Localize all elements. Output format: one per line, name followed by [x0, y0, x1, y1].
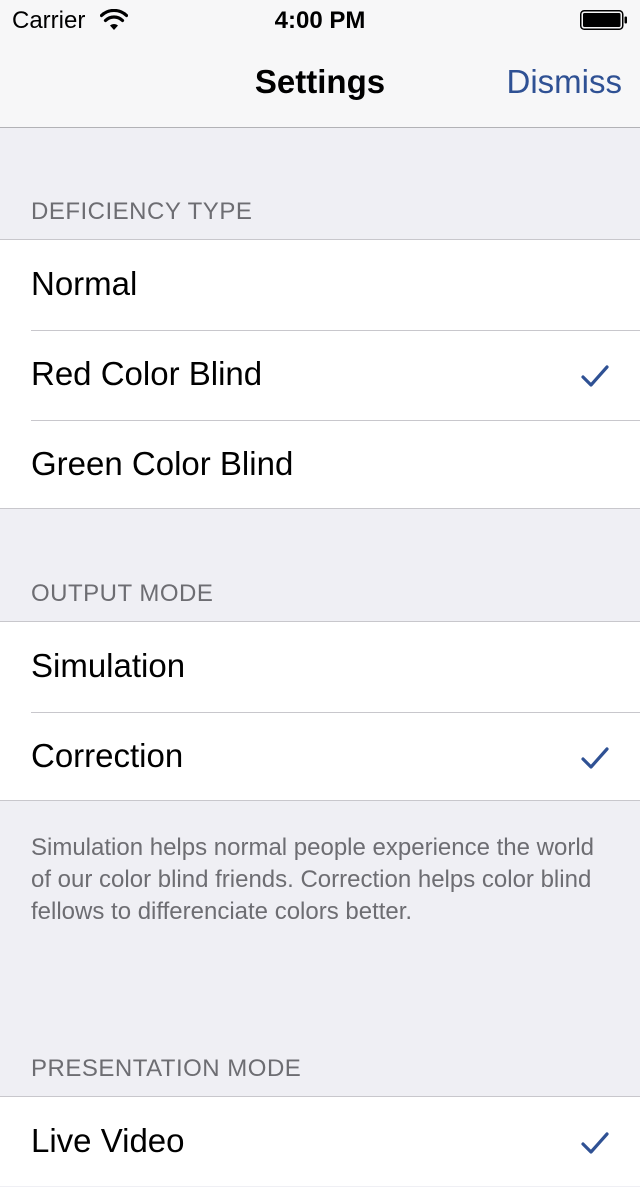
section-header-deficiency-type: DEFICIENCY TYPE [31, 198, 253, 225]
row-label: Simulation [31, 647, 186, 684]
checkmark-icon [581, 1132, 609, 1154]
row-label: Live Video [31, 1122, 185, 1159]
output-row-correction[interactable]: Correction [0, 712, 640, 802]
output-row-simulation[interactable]: Simulation [0, 622, 640, 712]
dismiss-button[interactable]: Dismiss [507, 62, 622, 102]
section-header-presentation-mode: PRESENTATION MODE [31, 1055, 302, 1082]
deficiency-row-normal[interactable]: Normal [0, 240, 640, 330]
battery-icon [580, 10, 627, 30]
presentation-mode-group: Live Video [0, 1096, 640, 1186]
output-mode-footer-note: Simulation helps normal people experienc… [31, 834, 594, 925]
checkmark-icon [581, 365, 609, 387]
checkmark-icon [581, 747, 609, 769]
output-mode-group: Simulation Correction [0, 621, 640, 801]
status-time: 4:00 PM [274, 7, 366, 34]
row-label: Normal [31, 265, 138, 302]
navigation-bar: Settings Dismiss [0, 40, 640, 128]
status-bar: Carrier 4:00 PM [0, 0, 640, 40]
row-label: Green Color Blind [31, 445, 294, 482]
deficiency-row-green-color-blind[interactable]: Green Color Blind [0, 420, 640, 510]
section-header-output-mode: OUTPUT MODE [31, 580, 214, 607]
presentation-row-live-video[interactable]: Live Video [0, 1097, 640, 1187]
deficiency-type-group: Normal Red Color Blind Green Color Blind [0, 239, 640, 509]
deficiency-row-red-color-blind[interactable]: Red Color Blind [0, 330, 640, 420]
row-label: Red Color Blind [31, 355, 263, 392]
row-label: Correction [31, 737, 184, 774]
